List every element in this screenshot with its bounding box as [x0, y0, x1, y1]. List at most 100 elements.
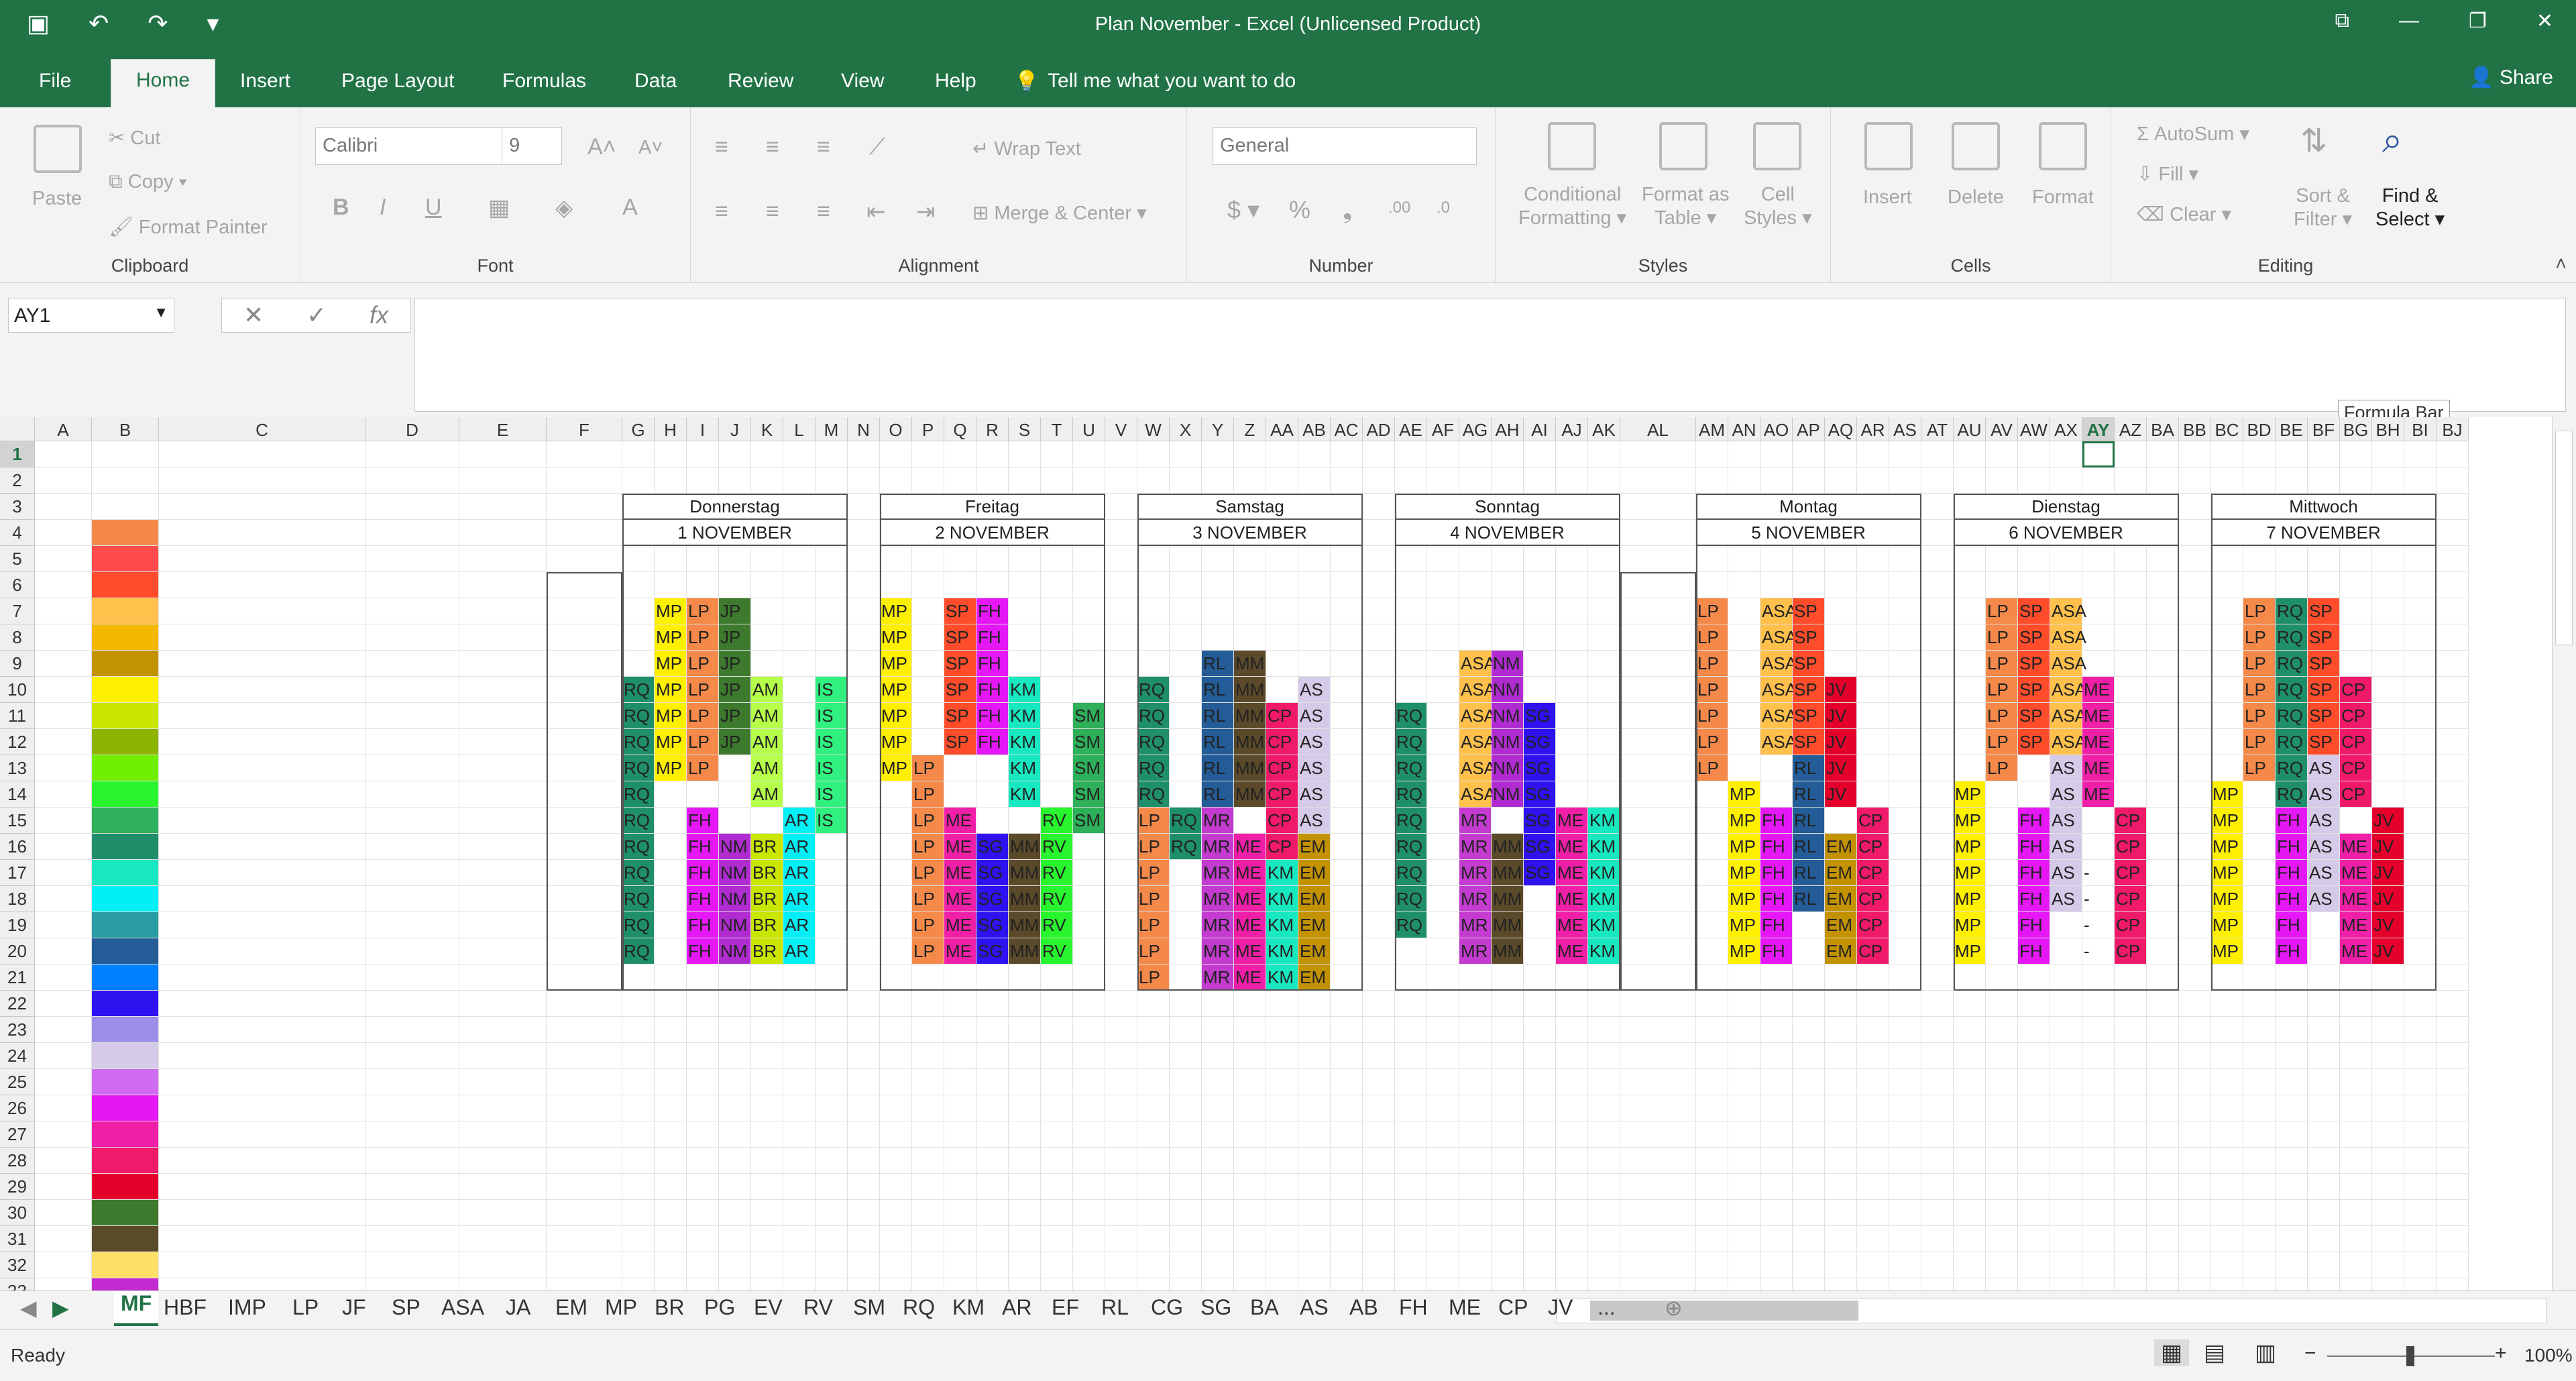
empty-cell[interactable]	[1556, 1043, 1588, 1069]
scroll-left-icon[interactable]: ◀	[20, 1295, 37, 1321]
empty-cell[interactable]	[1170, 677, 1202, 703]
empty-cell[interactable]	[1728, 441, 1760, 467]
empty-cell[interactable]	[459, 467, 547, 494]
empty-cell[interactable]	[2243, 834, 2276, 860]
shift-cell[interactable]: LP	[1696, 624, 1728, 651]
empty-cell[interactable]	[1363, 808, 1395, 834]
empty-cell[interactable]	[2018, 991, 2050, 1017]
empty-cell[interactable]	[1202, 1174, 1234, 1200]
empty-cell[interactable]	[1728, 598, 1760, 624]
empty-cell[interactable]	[1395, 1174, 1427, 1200]
empty-cell[interactable]	[1331, 886, 1363, 912]
empty-cell[interactable]	[1363, 624, 1395, 651]
empty-cell[interactable]	[2308, 912, 2340, 938]
empty-cell[interactable]	[912, 651, 944, 677]
empty-cell[interactable]	[2050, 1200, 2082, 1226]
shift-cell[interactable]: -	[2082, 938, 2115, 964]
empty-cell[interactable]	[848, 520, 880, 546]
empty-cell[interactable]	[2276, 1121, 2308, 1148]
empty-cell[interactable]	[1331, 624, 1363, 651]
empty-cell[interactable]	[2211, 991, 2243, 1017]
empty-cell[interactable]	[2404, 860, 2437, 886]
row-header[interactable]: 23	[0, 1017, 35, 1043]
shift-cell[interactable]: MR	[1459, 808, 1492, 834]
column-header[interactable]: AZ	[2115, 417, 2147, 441]
empty-cell[interactable]	[1857, 1278, 1889, 1290]
tab-insert[interactable]: Insert	[240, 70, 290, 93]
empty-cell[interactable]	[1620, 1043, 1696, 1069]
empty-cell[interactable]	[1857, 1043, 1889, 1069]
empty-cell[interactable]	[912, 624, 944, 651]
percent-icon[interactable]: %	[1289, 196, 1310, 224]
find-select-button[interactable]: Find & Select ▾	[2375, 185, 2445, 231]
shift-cell[interactable]: RL	[1202, 781, 1234, 808]
empty-cell[interactable]	[880, 1017, 912, 1043]
shift-cell[interactable]: ME	[2340, 912, 2372, 938]
empty-cell[interactable]	[912, 1174, 944, 1200]
shift-cell[interactable]: MP	[1954, 860, 1986, 886]
empty-cell[interactable]	[1266, 1278, 1298, 1290]
empty-cell[interactable]	[35, 1017, 92, 1043]
empty-cell[interactable]	[2147, 755, 2179, 781]
empty-cell[interactable]	[1202, 1121, 1234, 1148]
shift-cell[interactable]: ME	[2082, 703, 2115, 729]
empty-cell[interactable]	[655, 912, 687, 938]
empty-cell[interactable]	[719, 808, 751, 834]
formula-input[interactable]	[414, 298, 2566, 412]
empty-cell[interactable]	[1620, 1017, 1696, 1043]
shift-cell[interactable]: FH	[2018, 886, 2050, 912]
column-header[interactable]: AM	[1696, 417, 1728, 441]
empty-cell[interactable]	[1202, 1069, 1234, 1095]
empty-cell[interactable]	[2050, 938, 2082, 964]
empty-cell[interactable]	[1986, 781, 2018, 808]
staff-name[interactable]	[159, 834, 366, 860]
empty-cell[interactable]	[1986, 1200, 2018, 1226]
shift-cell[interactable]: CP	[2115, 834, 2147, 860]
empty-cell[interactable]	[2243, 441, 2276, 467]
time-slot[interactable]	[1620, 964, 1696, 991]
empty-cell[interactable]	[1363, 729, 1395, 755]
empty-cell[interactable]	[2115, 1017, 2147, 1043]
role-header[interactable]	[2018, 546, 2050, 572]
empty-cell[interactable]	[2243, 1226, 2276, 1252]
sheet-tab[interactable]: EF	[1052, 1295, 1079, 1320]
empty-cell[interactable]	[1331, 860, 1363, 886]
time-slot[interactable]	[547, 781, 622, 808]
staff-code[interactable]	[92, 886, 159, 912]
empty-cell[interactable]	[1954, 1226, 1986, 1252]
empty-cell[interactable]	[816, 467, 848, 494]
empty-cell[interactable]	[1427, 860, 1459, 886]
empty-cell[interactable]	[848, 964, 880, 991]
empty-cell[interactable]	[1105, 808, 1137, 834]
empty-cell[interactable]	[2082, 808, 2115, 834]
shift-cell[interactable]: ME	[1234, 964, 1266, 991]
shift-cell[interactable]: IS	[816, 729, 848, 755]
empty-cell[interactable]	[655, 1043, 687, 1069]
empty-cell[interactable]	[1331, 1174, 1363, 1200]
empty-cell[interactable]	[2115, 1278, 2147, 1290]
empty-cell[interactable]	[719, 1121, 751, 1148]
tab-home[interactable]: Home	[111, 59, 216, 107]
empty-cell[interactable]	[1954, 572, 1986, 598]
empty-cell[interactable]	[1041, 1017, 1073, 1043]
empty-cell[interactable]	[1620, 1200, 1696, 1226]
empty-cell[interactable]	[1588, 1148, 1620, 1174]
empty-cell[interactable]	[1073, 1043, 1105, 1069]
empty-cell[interactable]	[1620, 546, 1696, 572]
role-header[interactable]	[1331, 546, 1363, 572]
role-header[interactable]	[2243, 546, 2276, 572]
empty-cell[interactable]	[1459, 1278, 1492, 1290]
shift-cell[interactable]: FH	[2276, 912, 2308, 938]
empty-cell[interactable]	[912, 729, 944, 755]
empty-cell[interactable]	[1427, 938, 1459, 964]
empty-cell[interactable]	[719, 1174, 751, 1200]
shift-cell[interactable]: ME	[2082, 729, 2115, 755]
empty-cell[interactable]	[459, 703, 547, 729]
staff-name[interactable]	[159, 546, 366, 572]
column-header[interactable]: G	[622, 417, 655, 441]
empty-cell[interactable]	[783, 441, 816, 467]
shift-cell[interactable]: LP	[687, 677, 719, 703]
sheet-tab[interactable]: PG	[704, 1295, 735, 1320]
empty-cell[interactable]	[1041, 1148, 1073, 1174]
empty-cell[interactable]	[1298, 441, 1331, 467]
